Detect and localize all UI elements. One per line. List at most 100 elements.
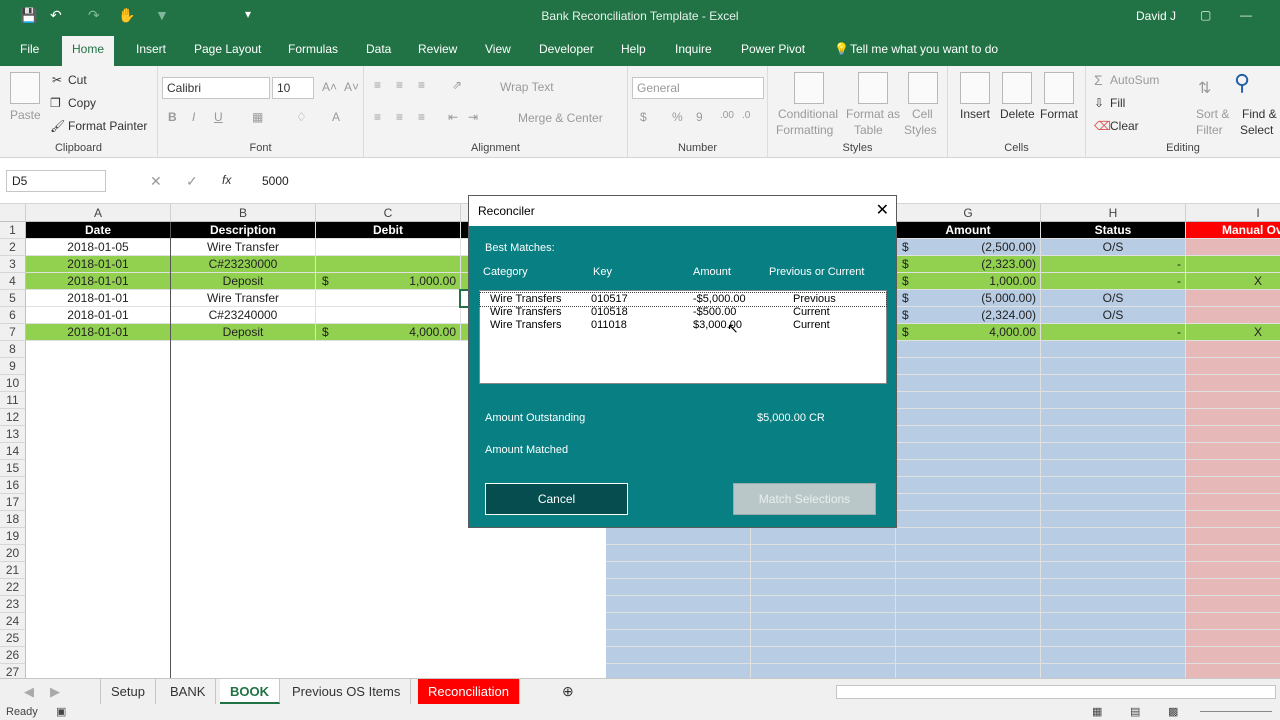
match-selections-button[interactable]: Match Selections	[733, 483, 876, 515]
tab-page-layout[interactable]: Page Layout	[194, 42, 261, 56]
tab-review[interactable]: Review	[418, 42, 457, 56]
row-header[interactable]: 2	[0, 239, 26, 256]
empty-cell[interactable]	[1041, 341, 1186, 358]
empty-cell[interactable]	[1186, 341, 1280, 358]
manual-override-cell[interactable]	[1186, 307, 1280, 324]
empty-cell[interactable]	[606, 664, 751, 678]
empty-cell[interactable]	[896, 613, 1041, 630]
shrink-font-icon[interactable]: A˅	[344, 80, 359, 94]
scroll-tabs-right-icon[interactable]: ▶	[40, 679, 70, 704]
status-cell[interactable]: -	[1041, 273, 1186, 290]
sheet-tab-previous-os-items[interactable]: Previous OS Items	[282, 679, 412, 704]
empty-cell[interactable]	[1186, 528, 1280, 545]
sheet-tab-setup[interactable]: Setup	[100, 679, 156, 704]
description-cell[interactable]: C#23240000	[171, 307, 316, 324]
percent-icon[interactable]: %	[672, 110, 683, 124]
empty-cell[interactable]	[1186, 596, 1280, 613]
description-cell[interactable]: Wire Transfer	[171, 239, 316, 256]
debit-cell[interactable]	[316, 239, 461, 256]
row-header[interactable]: 21	[0, 562, 26, 579]
orientation-icon[interactable]: ⇗	[452, 78, 462, 92]
column-header-h[interactable]: H	[1041, 204, 1186, 222]
insert-cells-button[interactable]: Insert	[960, 107, 990, 121]
empty-cell[interactable]	[896, 460, 1041, 477]
description-cell[interactable]: Deposit	[171, 273, 316, 290]
empty-cell[interactable]	[1041, 477, 1186, 494]
copy-button[interactable]: Copy	[68, 96, 96, 110]
empty-cell[interactable]	[896, 341, 1041, 358]
empty-cell[interactable]	[1186, 511, 1280, 528]
cell-styles-button[interactable]: Cell	[912, 107, 933, 121]
name-box[interactable]: D5	[6, 170, 106, 192]
tab-data[interactable]: Data	[366, 42, 391, 56]
empty-cell[interactable]	[896, 375, 1041, 392]
tab-file[interactable]: File	[20, 42, 39, 56]
empty-cell[interactable]	[1186, 392, 1280, 409]
status-cell[interactable]: -	[1041, 256, 1186, 273]
empty-cell[interactable]	[1186, 426, 1280, 443]
sort-filter-icon[interactable]: ⇅	[1198, 78, 1211, 98]
align-top-icon[interactable]: ≡	[374, 78, 381, 92]
empty-cell[interactable]	[1041, 409, 1186, 426]
description-cell[interactable]: Deposit	[171, 324, 316, 341]
page-layout-view-icon[interactable]: ▤	[1130, 705, 1140, 718]
empty-cell[interactable]	[1186, 647, 1280, 664]
font-color-icon[interactable]: A	[332, 110, 340, 124]
comma-icon[interactable]: 9	[696, 110, 703, 124]
empty-cell[interactable]	[1186, 409, 1280, 426]
empty-cell[interactable]	[896, 596, 1041, 613]
empty-cell[interactable]	[1041, 443, 1186, 460]
number-format-select[interactable]: General	[632, 77, 764, 99]
delete-cells-icon[interactable]	[1002, 72, 1032, 104]
empty-cell[interactable]	[1041, 494, 1186, 511]
empty-cell[interactable]	[1041, 664, 1186, 678]
best-matches-list[interactable]: Wire Transfers 010517 -$5,000.00 Previou…	[479, 290, 887, 384]
tab-formulas[interactable]: Formulas	[288, 42, 338, 56]
empty-cell[interactable]	[1041, 460, 1186, 477]
header-manual-override[interactable]: Manual Over	[1186, 222, 1280, 239]
column-header-c[interactable]: C	[316, 204, 461, 222]
format-as-table-button[interactable]: Format as	[846, 107, 900, 121]
conditional-formatting-button[interactable]: Conditional	[778, 107, 838, 121]
empty-cell[interactable]	[896, 358, 1041, 375]
magnifier-icon[interactable]: ⚲	[1234, 70, 1250, 96]
empty-cell[interactable]	[1186, 358, 1280, 375]
header-status[interactable]: Status	[1041, 222, 1186, 239]
empty-cell[interactable]	[606, 613, 751, 630]
header-date[interactable]: Date	[26, 222, 171, 239]
currency-icon[interactable]: $	[640, 110, 647, 124]
match-row[interactable]: Wire Transfers 010518 -$500.00 Current	[480, 306, 886, 319]
empty-cell[interactable]	[1041, 647, 1186, 664]
row-header[interactable]: 5	[0, 290, 26, 307]
empty-cell[interactable]	[896, 647, 1041, 664]
debit-cell[interactable]: 4,000.00	[316, 324, 461, 341]
empty-cell[interactable]	[606, 630, 751, 647]
paste-button[interactable]: Paste	[10, 108, 41, 122]
row-header[interactable]: 1	[0, 222, 26, 239]
row-header[interactable]: 10	[0, 375, 26, 392]
empty-cell[interactable]	[896, 426, 1041, 443]
row-header[interactable]: 22	[0, 579, 26, 596]
description-cell[interactable]: C#23230000	[171, 256, 316, 273]
format-as-table-icon[interactable]	[858, 72, 888, 104]
decrease-indent-icon[interactable]: ⇤	[448, 110, 458, 124]
empty-cell[interactable]	[1186, 460, 1280, 477]
row-header[interactable]: 9	[0, 358, 26, 375]
row-header[interactable]: 17	[0, 494, 26, 511]
empty-cell[interactable]	[896, 528, 1041, 545]
row-header[interactable]: 3	[0, 256, 26, 273]
empty-cell[interactable]	[1041, 596, 1186, 613]
date-cell[interactable]: 2018-01-01	[26, 324, 171, 341]
font-name-select[interactable]: Calibri	[162, 77, 270, 99]
row-header[interactable]: 19	[0, 528, 26, 545]
manual-override-cell[interactable]: X	[1186, 324, 1280, 341]
match-row[interactable]: Wire Transfers 011018 $3,000.00 Current	[480, 319, 886, 332]
empty-cell[interactable]	[896, 562, 1041, 579]
empty-cell[interactable]	[1186, 630, 1280, 647]
status-cell[interactable]: -	[1041, 324, 1186, 341]
format-cells-icon[interactable]	[1044, 72, 1074, 104]
row-header[interactable]: 20	[0, 545, 26, 562]
empty-cell[interactable]	[896, 409, 1041, 426]
row-header[interactable]: 16	[0, 477, 26, 494]
row-header[interactable]: 14	[0, 443, 26, 460]
